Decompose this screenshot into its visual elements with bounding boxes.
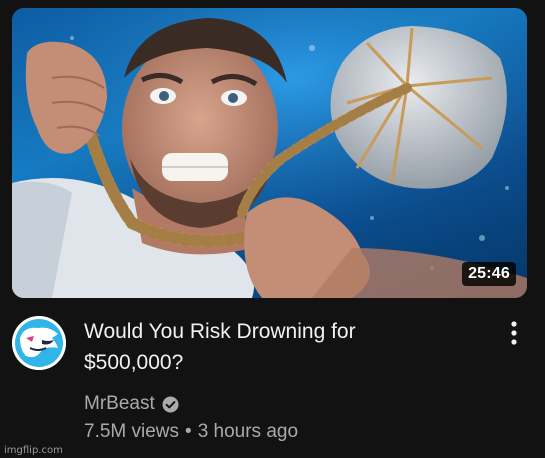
meta-separator: •: [185, 421, 192, 442]
mrbeast-panther-logo-icon: [12, 316, 66, 370]
video-card[interactable]: 25:46 Would You Risk Drowning for $500,0…: [0, 0, 545, 458]
channel-name[interactable]: MrBeast: [84, 393, 155, 415]
verified-check-icon: [162, 396, 179, 413]
duration-badge: 25:46: [462, 262, 516, 286]
view-count: 7.5M views: [84, 421, 180, 442]
video-title-line-1: Would You Risk Drowning for: [84, 320, 356, 343]
video-title[interactable]: Would You Risk Drowning for $500,000?: [84, 316, 484, 378]
video-thumbnail[interactable]: 25:46: [12, 8, 527, 298]
video-title-line-2: $500,000?: [84, 351, 184, 374]
channel-avatar[interactable]: [12, 316, 66, 370]
video-metadata: 7.5M views • 3 hours ago: [84, 421, 298, 445]
channel-row: MrBeast: [84, 392, 179, 416]
thumbnail-image: [12, 8, 527, 298]
upload-time: 3 hours ago: [197, 421, 299, 442]
more-vert-icon[interactable]: [502, 318, 526, 348]
watermark: imgflip.com: [4, 445, 63, 456]
